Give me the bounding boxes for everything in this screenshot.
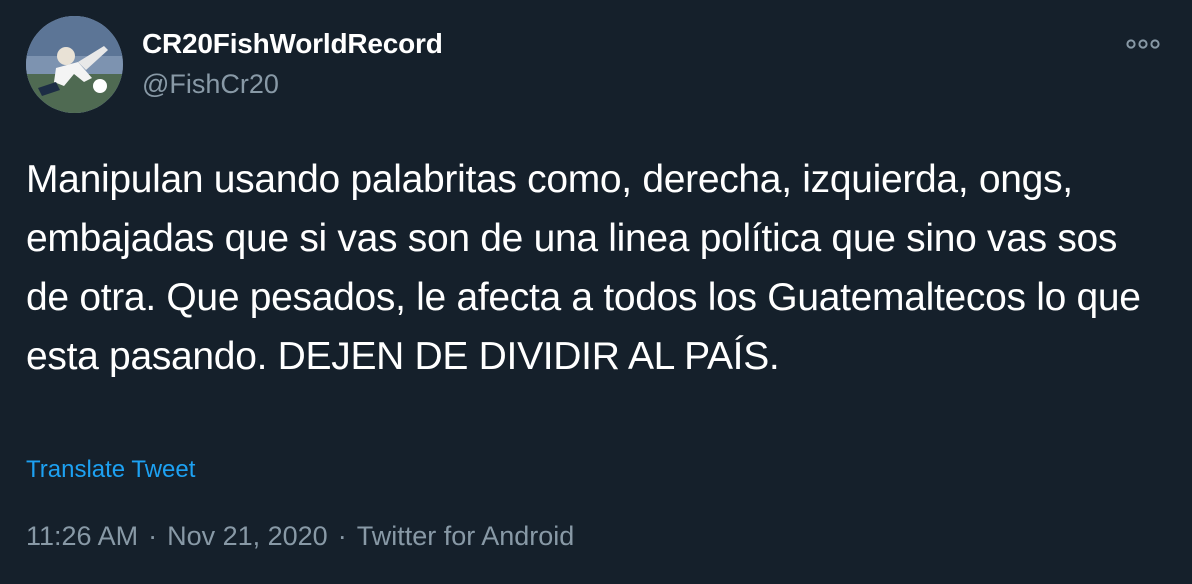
tweet-text: Manipulan usando palabritas como, derech… [26, 158, 1141, 378]
more-options-icon[interactable] [1124, 32, 1164, 56]
tweet-time[interactable]: 11:26 AM [26, 521, 138, 551]
tweet-date[interactable]: Nov 21, 2020 [167, 521, 328, 551]
tweet-source[interactable]: Twitter for Android [357, 521, 575, 551]
meta-separator: · [337, 521, 347, 551]
meta-separator: · [148, 521, 158, 551]
avatar-photo-icon [26, 16, 123, 113]
avatar[interactable] [26, 16, 123, 113]
tweet-card: CR20FishWorldRecord @FishCr20 Manipulan … [0, 0, 1192, 584]
tweet-meta: 11:26 AM · Nov 21, 2020 · Twitter for Androi… [26, 521, 574, 552]
translate-tweet-link[interactable]: Translate Tweet [26, 456, 195, 484]
display-name[interactable]: CR20FishWorldRecord [142, 28, 443, 60]
user-handle[interactable]: @FishCr20 [142, 69, 279, 100]
